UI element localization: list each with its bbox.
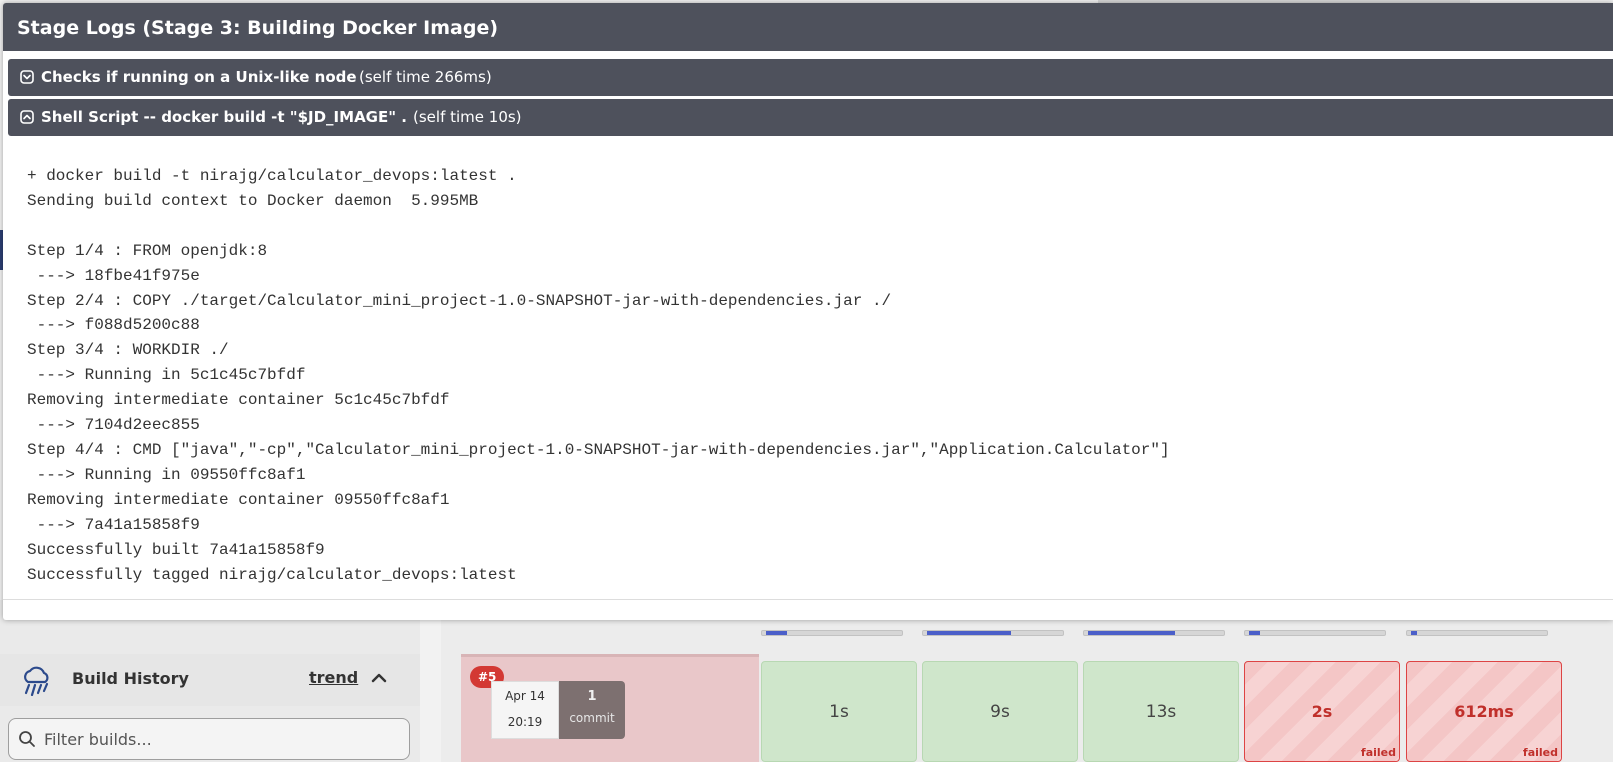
expand-icon[interactable] — [20, 70, 34, 84]
dialog-divider — [3, 599, 1613, 600]
stage-progress-fill — [1411, 631, 1417, 635]
commit-count: 1 — [587, 689, 597, 704]
log-line: ---> 7104d2eec855 — [36, 416, 200, 435]
console-log-output: + docker build -t nirajg/calculator_devo… — [27, 164, 1597, 587]
stage-cell-5[interactable]: 612ms failed — [1406, 661, 1562, 762]
log-line: ---> 18fbe41f975e — [36, 266, 200, 285]
log-line: Step 2/4 : COPY ./target/Calculator_mini… — [27, 291, 892, 310]
weather-rain-icon — [24, 666, 49, 696]
step-self-time: (self time 10s) — [413, 108, 522, 126]
search-icon — [19, 731, 35, 747]
log-line: + docker build -t nirajg/calculator_devo… — [27, 167, 517, 185]
failed-label: failed — [1522, 746, 1558, 759]
dialog-title: Stage Logs (Stage 3: Building Docker Ima… — [17, 17, 499, 39]
stage-cell-2[interactable]: 9s — [922, 661, 1078, 762]
stage-cell-1[interactable]: 1s — [761, 661, 917, 762]
stage-progress-bar — [761, 630, 903, 636]
stage-duration: 1s — [829, 701, 849, 722]
stage-duration: 13s — [1145, 701, 1177, 722]
log-line: Step 3/4 : WORKDIR ./ — [27, 341, 229, 360]
stage-duration: 9s — [990, 701, 1010, 722]
step-unix-check[interactable]: Checks if running on a Unix-like node (s… — [8, 59, 1613, 96]
log-line: Removing intermediate container 09550ffc… — [27, 490, 450, 509]
log-line: ---> Running in 09550ffc8af1 — [36, 465, 306, 484]
stage-progress-bar — [1406, 630, 1548, 636]
step-shell-script[interactable]: Shell Script -- docker build -t "$JD_IMA… — [8, 99, 1613, 136]
log-line: Step 1/4 : FROM openjdk:8 — [27, 241, 268, 260]
log-line: ---> f088d5200c88 — [36, 316, 200, 335]
failed-label: failed — [1360, 746, 1396, 759]
stage-duration: 612ms — [1454, 702, 1514, 721]
commit-label: commit — [569, 711, 615, 725]
build-time: 20:19 — [507, 715, 543, 729]
log-line: Step 4/4 : CMD ["java","-cp","Calculator… — [27, 440, 1170, 459]
build-date: Apr 14 — [505, 689, 545, 703]
log-line: ---> 7a41a15858f9 — [36, 515, 200, 534]
collapse-icon[interactable] — [20, 110, 34, 124]
build-history-title: Build History — [72, 669, 189, 688]
log-line: Removing intermediate container 5c1c45c7… — [27, 391, 450, 410]
stage-cell-4[interactable]: 2s failed — [1244, 661, 1400, 762]
log-line: Sending build context to Docker daemon 5… — [27, 191, 479, 210]
filter-builds-input[interactable] — [44, 727, 394, 751]
stage-duration: 2s — [1311, 702, 1333, 721]
stage-progress-bar — [922, 630, 1064, 636]
stage-progress-bar — [1244, 630, 1386, 636]
stage-progress-fill — [927, 631, 1011, 635]
dialog-header: Stage Logs (Stage 3: Building Docker Ima… — [3, 3, 1613, 51]
step-self-time: (self time 266ms) — [359, 68, 492, 86]
step-title: Checks if running on a Unix-like node — [41, 68, 357, 86]
stage-progress-fill — [1249, 631, 1261, 635]
log-line: ---> Running in 5c1c45c7bfdf — [36, 366, 306, 385]
step-title: Shell Script -- docker build -t "$JD_IMA… — [41, 108, 407, 126]
log-line: Successfully tagged nirajg/calculator_de… — [27, 565, 517, 584]
trend-link[interactable]: trend — [309, 668, 358, 687]
chevron-up-icon[interactable] — [370, 670, 388, 686]
stage-progress-bar — [1083, 630, 1225, 636]
stage-logs-dialog: Stage Logs (Stage 3: Building Docker Ima… — [3, 3, 1613, 620]
stage-progress-fill — [1088, 631, 1175, 635]
log-line: Successfully built 7a41a15858f9 — [27, 540, 325, 559]
stage-cell-3[interactable]: 13s — [1083, 661, 1239, 762]
stage-progress-fill — [766, 631, 787, 635]
